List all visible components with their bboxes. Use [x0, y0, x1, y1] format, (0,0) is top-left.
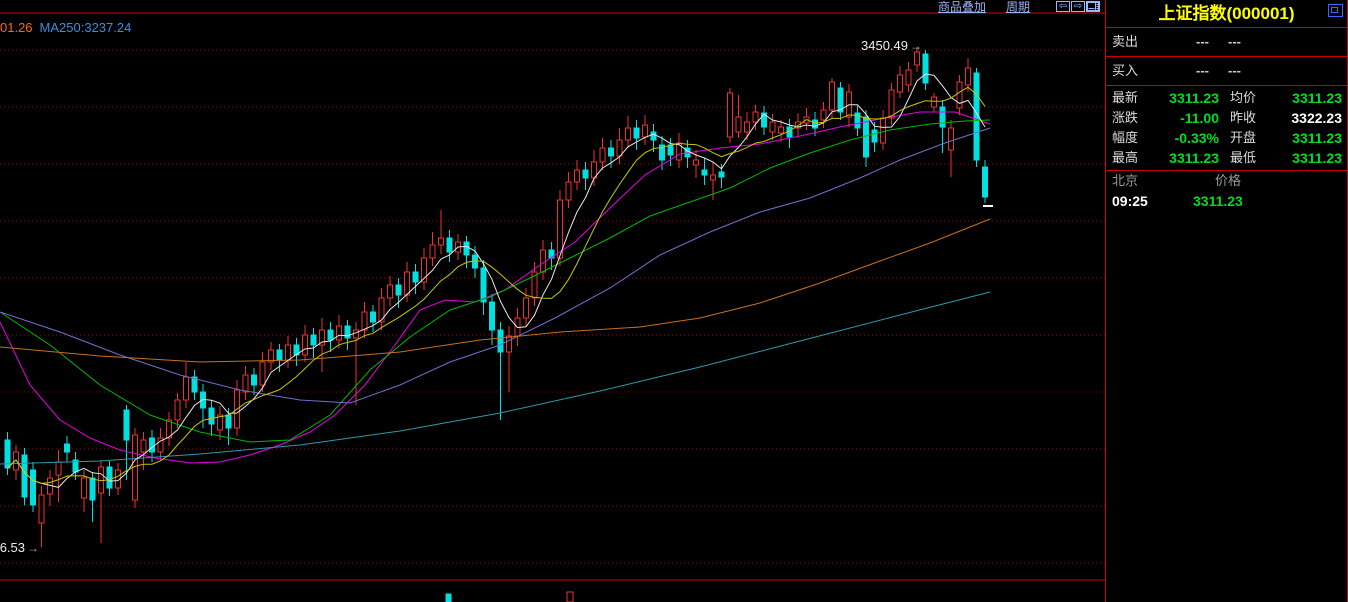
ma-legend-part: MA250:3237.24 — [40, 20, 132, 35]
avg-price-label: 均价 — [1219, 88, 1274, 108]
latest-value: 3311.23 — [1162, 88, 1219, 108]
high-label: 最高 — [1106, 148, 1162, 168]
low-price-annotation: 6.53→ — [0, 540, 39, 555]
overlay-link[interactable]: 商品叠加 — [938, 1, 986, 13]
sell-row: 卖出 --- --- — [1106, 28, 1347, 57]
quote-row: 幅度 -0.33% 开盘 3311.23 — [1106, 128, 1347, 148]
ma-lines — [0, 74, 990, 487]
tape-row: 09:25 3311.23 — [1106, 190, 1347, 212]
app-window: 01.26MA250:3237.24 商品叠加 周期 ⇦ ⇨ 3450.49→ … — [0, 0, 1348, 602]
instrument-title: 上证指数(000001) — [1106, 0, 1347, 28]
quote-row: 涨跌 -11.00 昨收 3322.23 — [1106, 108, 1347, 128]
buy-value-2: --- — [1228, 57, 1241, 85]
right-arrow-icon: → — [908, 39, 922, 53]
quote-panel: 上证指数(000001) 卖出 --- --- 买入 --- --- 最新 33… — [1105, 0, 1348, 602]
change-pct-value: -0.33% — [1162, 128, 1219, 148]
high-price-annotation: 3450.49→ — [861, 38, 922, 53]
instrument-title-text: 上证指数(000001) — [1158, 4, 1294, 23]
ma-line-ma10 — [8, 87, 986, 483]
chart-toolbar: 商品叠加 周期 ⇦ ⇨ — [0, 0, 1100, 13]
ma-line-ma60 — [0, 120, 990, 442]
open-label: 开盘 — [1219, 128, 1274, 148]
prev-arrow-icon[interactable]: ⇦ — [1056, 1, 1070, 12]
ma-legend-part: 01.26 — [0, 20, 33, 35]
quote-row: 最新 3311.23 均价 3311.23 — [1106, 88, 1347, 108]
tape-price: 3311.23 — [1193, 190, 1243, 212]
ma-line-ma5 — [8, 74, 986, 487]
ma-legend: 01.26 MA250:3237.24 — [0, 20, 138, 35]
sell-value-1: --- — [1196, 28, 1209, 56]
restore-window-icon[interactable] — [1328, 4, 1343, 17]
buy-row: 买入 --- --- — [1106, 57, 1347, 86]
open-value: 3311.23 — [1274, 128, 1347, 148]
right-arrow-icon: → — [25, 541, 39, 555]
prev-close-value: 3322.23 — [1274, 108, 1347, 128]
quote-row: 最高 3311.23 最低 3311.23 — [1106, 148, 1347, 168]
low-value: 3311.23 — [1274, 148, 1347, 168]
buy-value-1: --- — [1196, 57, 1209, 85]
quote-grid: 最新 3311.23 均价 3311.23 涨跌 -11.00 昨收 3322.… — [1106, 86, 1347, 171]
tape-city-header: 北京 — [1106, 171, 1215, 190]
change-value: -11.00 — [1162, 108, 1219, 128]
high-value: 3311.23 — [1162, 148, 1219, 168]
buy-label: 买入 — [1106, 57, 1138, 85]
tape-price-header: 价格 — [1215, 171, 1241, 190]
tile-windows-icon[interactable] — [1086, 1, 1100, 12]
avg-price-value: 3311.23 — [1274, 88, 1347, 108]
next-arrow-icon[interactable]: ⇨ — [1071, 1, 1085, 12]
latest-label: 最新 — [1106, 88, 1162, 108]
candlestick-chart[interactable] — [0, 0, 1105, 602]
prev-close-label: 昨收 — [1219, 108, 1274, 128]
ma-line-ma180 — [0, 219, 990, 362]
change-label: 涨跌 — [1106, 108, 1162, 128]
tape-header: 北京 价格 — [1106, 171, 1347, 190]
ma-line-ma120 — [0, 128, 990, 403]
tape-time: 09:25 — [1106, 190, 1172, 212]
candles — [5, 47, 988, 547]
change-pct-label: 幅度 — [1106, 128, 1162, 148]
grid-lines — [0, 13, 1105, 580]
low-price-label: 6.53 — [0, 540, 25, 555]
sell-value-2: --- — [1228, 28, 1241, 56]
sell-label: 卖出 — [1106, 28, 1138, 56]
high-price-label: 3450.49 — [861, 38, 908, 53]
period-link[interactable]: 周期 — [1006, 1, 1030, 13]
toolbar-icon-group: ⇦ ⇨ — [1056, 1, 1100, 12]
low-label: 最低 — [1219, 148, 1274, 168]
markers — [446, 205, 993, 602]
